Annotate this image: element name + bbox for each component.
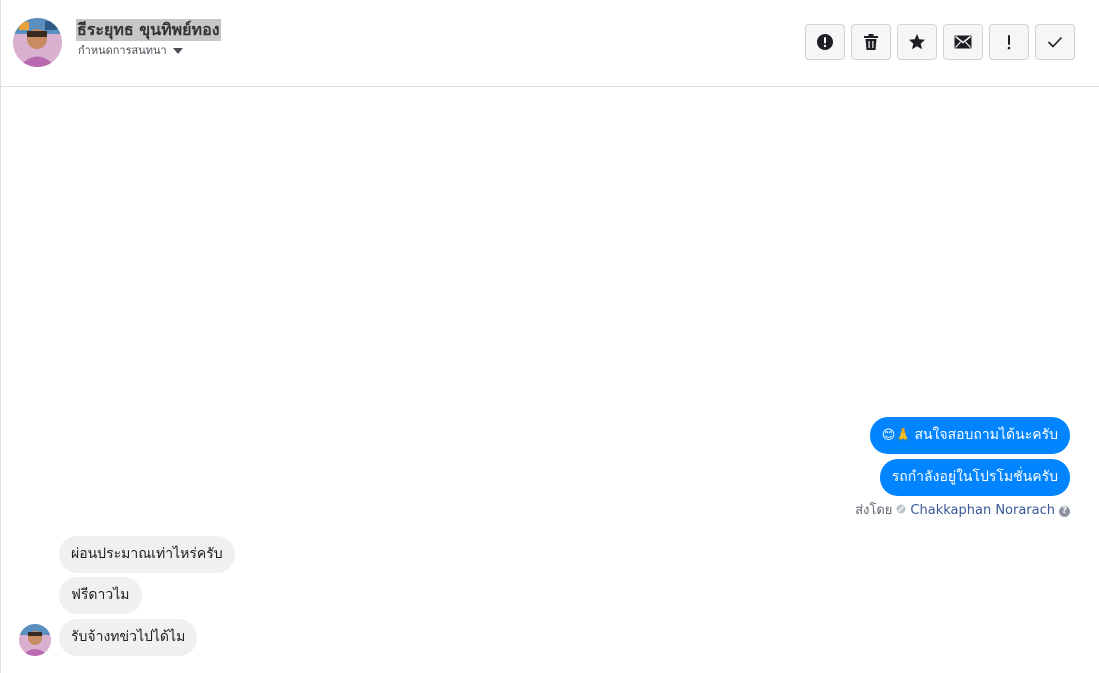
star-button[interactable] <box>897 24 937 60</box>
contact-avatar[interactable] <box>13 18 62 67</box>
mark-spam-button[interactable] <box>989 24 1029 60</box>
outgoing-message[interactable]: รถกำลังอยู่ในโปรโมชั่นครับ <box>879 459 1070 496</box>
photo-interior-gearshift[interactable] <box>817 326 940 407</box>
emoji-smile-pray-icon: 😊🙏 <box>881 428 912 443</box>
photo-truck-rear[interactable] <box>689 150 812 231</box>
report-icon <box>816 33 834 51</box>
photo-interior-dashboard[interactable] <box>689 238 812 319</box>
caret-down-icon <box>172 48 183 54</box>
incoming-message[interactable]: ฟรีดาวไม <box>59 577 142 614</box>
help-icon[interactable]: ? <box>1059 505 1070 517</box>
mail-icon <box>954 35 972 49</box>
trash-icon <box>863 33 879 51</box>
message-text: รับจ้างทข่วไปได้ไม <box>71 629 186 645</box>
photo-engine-bay[interactable] <box>817 238 940 319</box>
star-icon <box>908 33 926 51</box>
photo-truck-wheel[interactable] <box>945 150 1068 231</box>
photo-truck-side[interactable] <box>817 150 940 231</box>
message-text: รถกำลังอยู่ในโปรโมชั่นครับ <box>891 469 1058 485</box>
message-text: สนใจสอบถามได้นะครับ <box>914 427 1058 443</box>
blocked-icon <box>896 503 906 519</box>
contact-avatar-small[interactable] <box>19 624 51 656</box>
photo-interior-rear-seats[interactable] <box>945 326 1068 407</box>
mark-done-button[interactable] <box>1035 24 1075 60</box>
photo-interior-wheel[interactable] <box>945 238 1068 319</box>
conversation-toolbar <box>805 24 1075 60</box>
window-border <box>0 0 1 673</box>
sent-by-info: ส่งโดย Chakkaphan Norarach ? <box>855 503 1070 519</box>
message-text: ผ่อนประมาณเท่าไหร่ครับ <box>71 546 223 562</box>
report-button[interactable] <box>805 24 845 60</box>
conversation-settings-label: กำหนดการสนทนา <box>78 44 167 57</box>
incoming-message[interactable]: ผ่อนประมาณเท่าไหร่ครับ <box>59 536 235 573</box>
checkmark-icon <box>1047 36 1063 48</box>
mark-unread-button[interactable] <box>943 24 983 60</box>
message-text: ฟรีดาวไม <box>71 587 130 603</box>
incoming-message[interactable]: รับจ้างทข่วไปได้ไม <box>59 619 198 656</box>
conversation-header: ธีระยุทธ ขุนทิพย์ทอง กำหนดการสนทนา <box>1 0 1099 87</box>
photo-interior-seats[interactable] <box>689 326 812 407</box>
sent-by-name-link[interactable]: Chakkaphan Norarach <box>910 503 1055 519</box>
delete-button[interactable] <box>851 24 891 60</box>
contact-name[interactable]: ธีระยุทธ ขุนทิพย์ทอง <box>76 19 221 41</box>
sent-by-label: ส่งโดย <box>855 503 893 518</box>
exclamation-icon <box>1006 34 1012 50</box>
conversation-settings-dropdown[interactable]: กำหนดการสนทนา <box>78 44 183 58</box>
outgoing-message[interactable]: 😊🙏 สนใจสอบถามได้นะครับ <box>869 417 1070 454</box>
